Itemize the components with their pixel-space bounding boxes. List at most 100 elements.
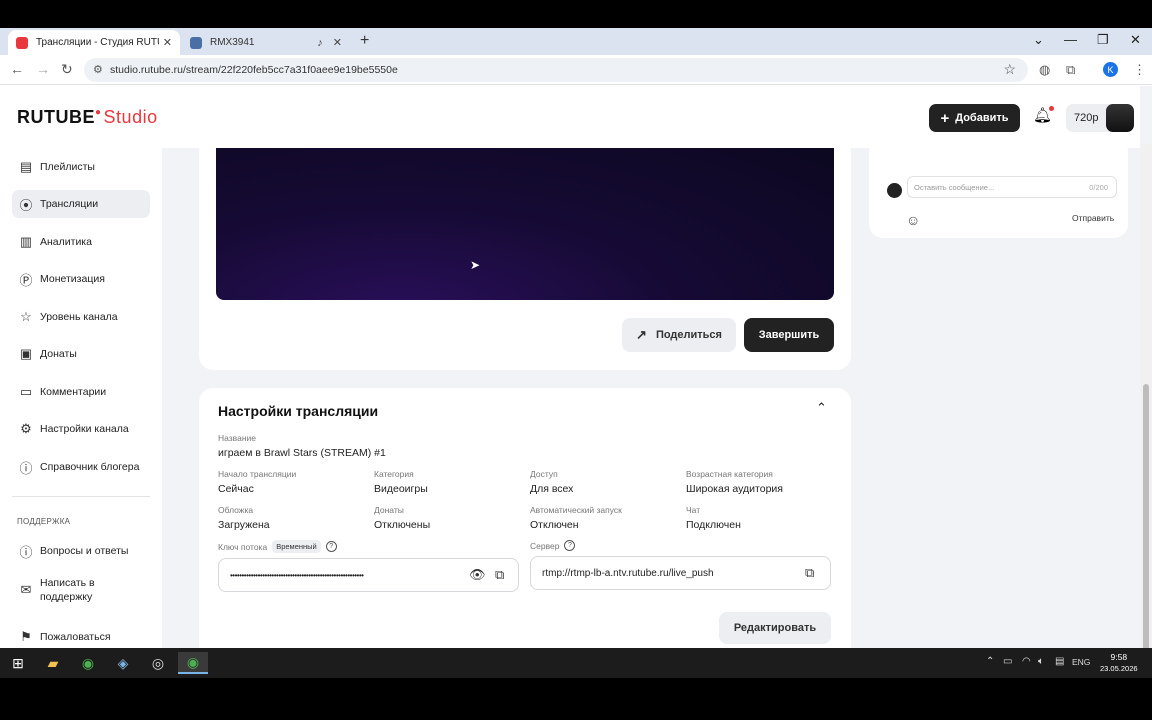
analytics-icon: ▥ xyxy=(19,234,33,249)
monetization-icon: Ⓟ xyxy=(19,272,33,288)
chat-card: Оставить сообщение... 0/200 ☺ Отправить xyxy=(869,138,1128,238)
sidebar-item-blogger-guide[interactable]: ⓘ Справочник блогера xyxy=(12,453,150,481)
stream-settings-card: Настройки трансляции ⌃ Название играем в… xyxy=(199,388,851,678)
comments-icon: ▭ xyxy=(19,384,33,399)
address-bar[interactable]: ⚙ studio.rutube.ru/stream/22f220feb5cc7a… xyxy=(84,58,1028,82)
steam-icon[interactable]: ◈ xyxy=(108,652,138,674)
star-icon: ☆ xyxy=(20,309,32,324)
studio-app: RUTUBE● Studio + Добавить 🔔︎ 720p ▤ Плейл… xyxy=(0,86,1152,678)
screen: Трансляции - Студия RUTUBE ✕ RMX3941 ♪ ✕… xyxy=(0,28,1152,678)
scrollbar-thumb[interactable] xyxy=(1143,384,1149,678)
browser-tab-inactive[interactable]: RMX3941 ♪ ✕ xyxy=(182,30,350,55)
edit-button[interactable]: Редактировать xyxy=(719,612,831,644)
emoji-icon[interactable]: ☺ xyxy=(906,212,920,228)
copy-server-icon[interactable]: ⧉ xyxy=(805,565,814,581)
menu-icon[interactable]: ⋮ xyxy=(1133,62,1146,78)
field-category: Категория Видеоигры xyxy=(374,469,428,495)
support-section-label: ПОДДЕРЖКА xyxy=(17,517,71,526)
sidebar-item-report[interactable]: ⚑ Пожаловаться xyxy=(12,623,150,651)
browser-tabbar: Трансляции - Студия RUTUBE ✕ RMX3941 ♪ ✕… xyxy=(0,28,1152,55)
notifications-bell-icon[interactable]: 🔔︎ xyxy=(1033,106,1055,124)
quality-selector[interactable]: 720p xyxy=(1066,104,1134,132)
browser-toolbar: ← → ↻ ⚙ studio.rutube.ru/stream/22f220fe… xyxy=(0,55,1152,85)
end-stream-button[interactable]: Завершить xyxy=(744,318,834,352)
server-label: Сервер ? xyxy=(530,540,576,551)
taskbar-clock[interactable]: 9:58 23.05.2026 xyxy=(1100,651,1138,675)
chat-user-avatar xyxy=(887,183,902,198)
close-window-icon[interactable]: ✕ xyxy=(1130,32,1141,48)
share-icon: ↗ xyxy=(636,327,647,342)
stream-key-field[interactable]: ••••••••••••••••••••••••••••••••••••••••… xyxy=(218,558,519,592)
collapse-chevron-icon[interactable]: ⌃ xyxy=(816,400,827,416)
minimize-icon[interactable]: — xyxy=(1064,32,1077,47)
mail-icon: ✉ xyxy=(20,582,32,597)
field-autostart: Автоматический запуск Отключен xyxy=(530,505,622,531)
tab-search-icon[interactable]: ⌄ xyxy=(1033,32,1044,48)
sidebar-item-broadcasts[interactable]: ⦿ Трансляции xyxy=(12,190,150,218)
site-settings-icon[interactable]: ⚙ xyxy=(93,63,103,76)
main-content: ➤ ↗ Поделиться Завершить Настройки транс… xyxy=(162,138,1140,678)
start-windows-icon[interactable]: ⊞ xyxy=(3,652,33,674)
tab-title: RMX3941 xyxy=(210,37,255,48)
add-button-label: Добавить xyxy=(955,112,1009,124)
sidebar-item-analytics[interactable]: ▥ Аналитика xyxy=(12,228,150,256)
extensions-icon[interactable]: ⧉ xyxy=(1066,62,1075,78)
language-indicator[interactable]: ENG xyxy=(1072,657,1090,667)
close-tab-icon[interactable]: ✕ xyxy=(333,36,342,49)
windows-taskbar: ⊞ ▰ ◉ ◈ ◎ ◉ ⌃ ▭ ◠ 🔈︎ ▤ ENG 9:58 23.05.20… xyxy=(0,648,1152,678)
sidebar-item-contact-support[interactable]: ✉ Написать в поддержку xyxy=(12,573,150,607)
stream-preview[interactable]: ➤ xyxy=(216,148,834,300)
add-button[interactable]: + Добавить xyxy=(929,104,1020,132)
profile-avatar[interactable]: K xyxy=(1103,62,1118,77)
audio-icon[interactable]: ♪ xyxy=(317,37,323,49)
channel-avatar[interactable] xyxy=(1106,104,1134,132)
sidebar-item-comments[interactable]: ▭ Комментарии xyxy=(12,378,150,406)
forward-icon[interactable]: → xyxy=(36,61,50,77)
chrome-icon[interactable]: ◉ xyxy=(73,652,103,674)
chrome-active-icon[interactable]: ◉ xyxy=(178,652,208,674)
chat-message-input[interactable]: Оставить сообщение... 0/200 xyxy=(907,176,1117,198)
close-tab-icon[interactable]: ✕ xyxy=(163,36,172,49)
extension-globe-icon[interactable]: ◍ xyxy=(1039,62,1050,78)
sidebar-item-monetization[interactable]: Ⓟ Монетизация xyxy=(12,265,150,293)
sidebar-item-donations[interactable]: ▣ Донаты xyxy=(12,340,150,368)
info-icon: ⓘ xyxy=(19,460,33,476)
donate-icon: ▣ xyxy=(19,346,33,361)
notification-center-icon[interactable]: ▤ xyxy=(1055,656,1064,667)
copy-key-icon[interactable]: ⧉ xyxy=(495,567,504,583)
help-icon[interactable]: ? xyxy=(325,541,337,552)
help-icon[interactable]: ? xyxy=(564,540,576,551)
help-icon: ⓘ xyxy=(19,544,33,560)
volume-icon[interactable]: 🔈︎ xyxy=(1038,656,1044,667)
show-key-eye-icon[interactable]: 👁︎ xyxy=(469,567,486,583)
field-cover: Обложка Загружена xyxy=(218,505,270,531)
page-scrollbar[interactable] xyxy=(1140,144,1152,678)
sidebar-item-channel-level[interactable]: ☆ Уровень канала xyxy=(12,303,150,331)
obs-icon[interactable]: ◎ xyxy=(143,652,173,674)
tray-chevron-icon[interactable]: ⌃ xyxy=(986,656,994,667)
stream-key-label: Ключ потока Временный ? xyxy=(218,540,337,553)
sidebar: ▤ Плейлисты ⦿ Трансляции ▥ Аналитика Ⓟ М… xyxy=(0,148,162,678)
battery-icon[interactable]: ▭ xyxy=(1003,656,1012,667)
stream-player-card: ➤ ↗ Поделиться Завершить xyxy=(199,138,851,370)
new-tab-icon[interactable]: + xyxy=(360,32,369,50)
restore-icon[interactable]: ❐ xyxy=(1097,32,1109,48)
share-button[interactable]: ↗ Поделиться xyxy=(622,318,736,352)
wifi-icon[interactable]: ◠ xyxy=(1022,656,1031,667)
sidebar-item-channel-settings[interactable]: ⚙ Настройки канала xyxy=(12,415,150,443)
send-message-button[interactable]: Отправить xyxy=(1072,213,1114,223)
server-value: rtmp://rtmp-lb-a.ntv.rutube.ru/live_push xyxy=(542,567,714,579)
sidebar-divider xyxy=(12,496,150,497)
field-donations: Донаты Отключены xyxy=(374,505,431,531)
browser-tab-active[interactable]: Трансляции - Студия RUTUBE ✕ xyxy=(8,30,180,55)
rutube-favicon-icon xyxy=(16,36,28,49)
reload-icon[interactable]: ↻ xyxy=(61,61,73,78)
settings-title: Настройки трансляции xyxy=(218,403,379,419)
server-field[interactable]: rtmp://rtmp-lb-a.ntv.rutube.ru/live_push… xyxy=(530,556,831,590)
back-icon[interactable]: ← xyxy=(10,61,24,77)
bookmark-star-icon[interactable]: ☆ xyxy=(1003,61,1016,78)
rutube-studio-logo[interactable]: RUTUBE● Studio xyxy=(17,107,158,128)
sidebar-item-faq[interactable]: ⓘ Вопросы и ответы xyxy=(12,537,150,565)
sidebar-item-playlists[interactable]: ▤ Плейлисты xyxy=(12,153,150,181)
file-explorer-icon[interactable]: ▰ xyxy=(38,652,68,674)
